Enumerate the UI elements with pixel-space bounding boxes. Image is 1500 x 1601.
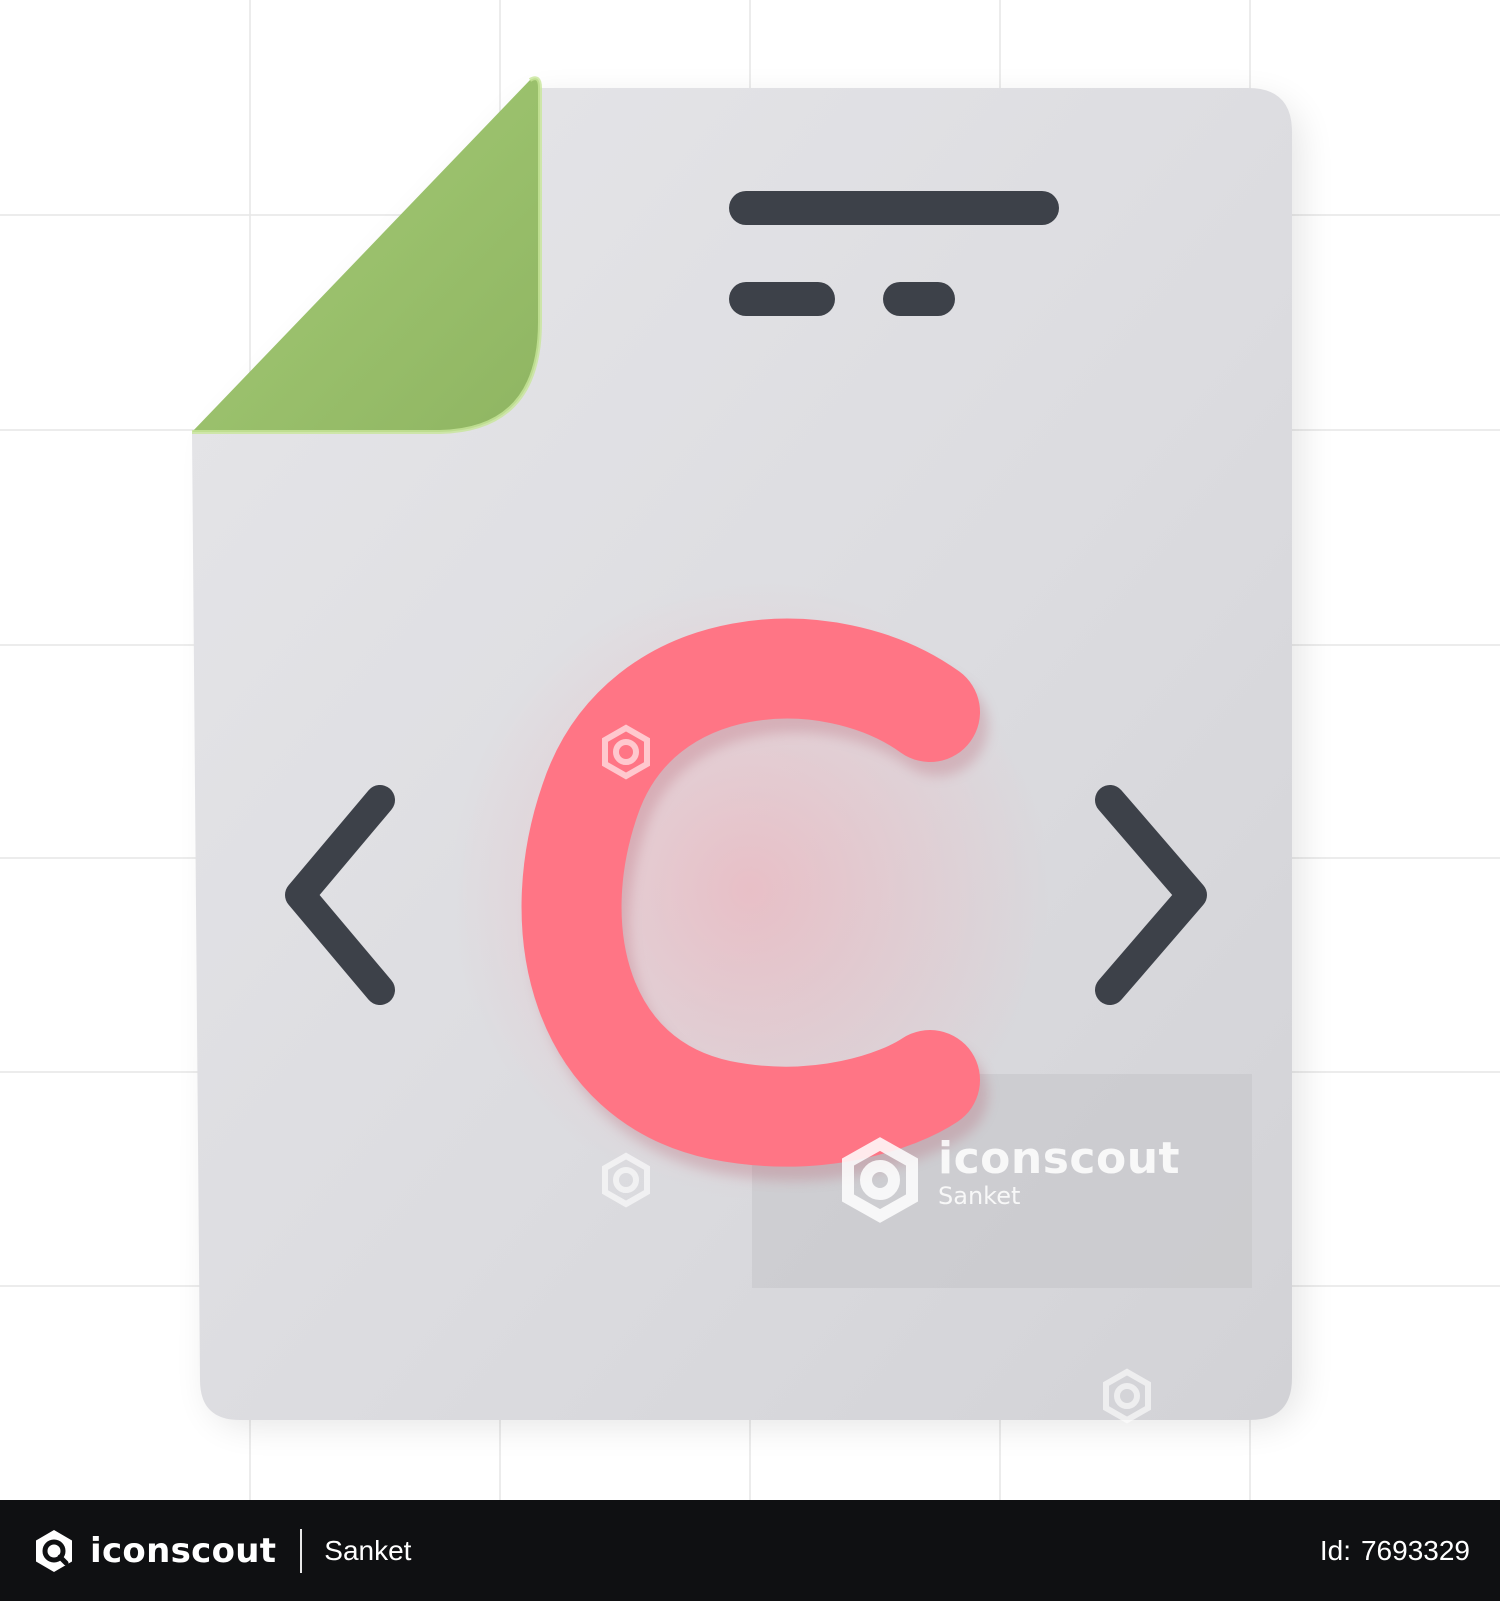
watermark-brand: iconscout bbox=[938, 1133, 1181, 1184]
footer-bar: iconscout Sanket Id: 7693329 bbox=[0, 1500, 1500, 1601]
watermark: iconscout Sanket bbox=[938, 1133, 1181, 1211]
footer-logo[interactable]: iconscout bbox=[30, 1527, 276, 1575]
footer-id-value: 7693329 bbox=[1360, 1534, 1470, 1566]
iconscout-logo-icon bbox=[36, 1529, 72, 1572]
footer-id: Id: 7693329 bbox=[1320, 1535, 1470, 1567]
c-file-illustration bbox=[0, 0, 1500, 1500]
corner-fold-icon bbox=[192, 78, 540, 432]
footer-divider bbox=[300, 1528, 303, 1573]
image-canvas: iconscout Sanket iconscout Sanket Id: 76… bbox=[0, 0, 1500, 1601]
footer-brand: iconscout bbox=[90, 1530, 277, 1571]
footer-id-label: Id: bbox=[1319, 1534, 1351, 1566]
footer-author[interactable]: Sanket bbox=[324, 1535, 411, 1567]
watermark-author: Sanket bbox=[938, 1182, 1021, 1210]
